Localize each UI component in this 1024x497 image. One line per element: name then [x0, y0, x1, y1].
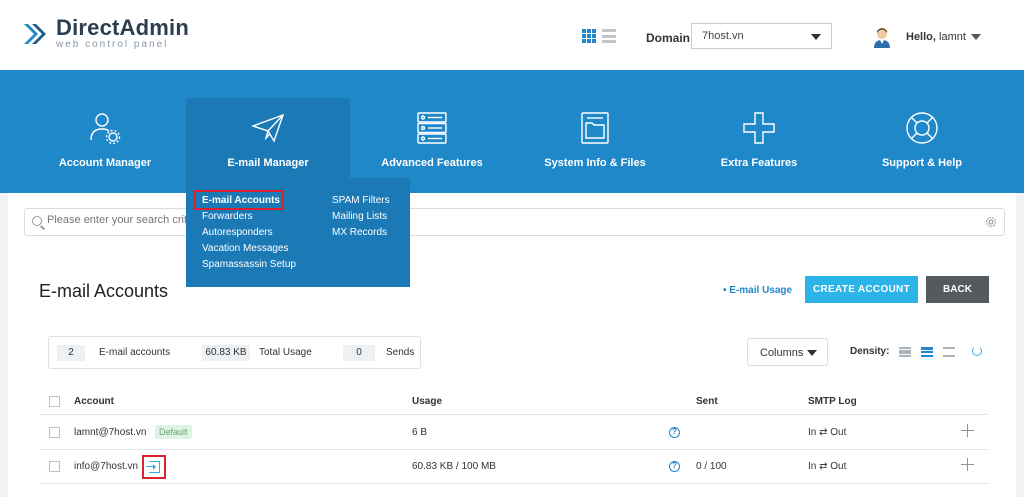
- view-toggle: [582, 29, 616, 43]
- avatar[interactable]: [873, 26, 891, 48]
- logo-subtitle: web control panel: [56, 39, 169, 50]
- density-label: Density:: [850, 346, 890, 357]
- login-as-icon[interactable]: [142, 455, 166, 479]
- nav-system-info-files-label: System Info & Files: [544, 157, 646, 169]
- chevron-down-icon: [807, 350, 817, 356]
- email-manager-dropdown: E-mail Accounts Forwarders Autoresponder…: [186, 178, 410, 287]
- user-greeting[interactable]: Hello, lamnt: [906, 31, 966, 43]
- nav-email-manager-label: E-mail Manager: [227, 157, 309, 169]
- help-icon[interactable]: ?: [669, 427, 680, 438]
- top-header: DirectAdmin web control panel Domain 7ho…: [0, 0, 1024, 70]
- expand-plus-icon[interactable]: [961, 458, 974, 471]
- username: lamnt: [939, 31, 966, 43]
- menu-mailing-lists[interactable]: Mailing Lists: [332, 211, 387, 222]
- content-panel: E-mail Accounts • E-mail Usage CREATE AC…: [8, 193, 1016, 497]
- header-smtp-log[interactable]: SMTP Log: [808, 396, 857, 407]
- search-input[interactable]: [47, 214, 947, 226]
- menu-email-accounts[interactable]: E-mail Accounts: [202, 195, 280, 206]
- table-row: info@7host.vn 60.83 KB / 100 MB ? 0 / 10…: [40, 450, 988, 484]
- nav-account-manager-label: Account Manager: [58, 157, 152, 169]
- directadmin-logo[interactable]: DirectAdmin web control panel: [22, 17, 189, 50]
- header-sent[interactable]: Sent: [696, 396, 718, 407]
- create-account-button[interactable]: CREATE ACCOUNT: [805, 276, 918, 303]
- logo-icon: [24, 23, 46, 44]
- account-email[interactable]: info@7host.vn: [74, 461, 138, 472]
- nav-support-help-label: Support & Help: [881, 157, 963, 169]
- nav-support-help[interactable]: Support & Help: [840, 98, 1004, 193]
- columns-dropdown[interactable]: Columns: [747, 338, 828, 366]
- grid-view-icon[interactable]: [582, 29, 596, 43]
- nav-advanced-features-label: Advanced Features: [381, 157, 483, 169]
- menu-mx-records[interactable]: MX Records: [332, 227, 387, 238]
- server-icon: [417, 112, 447, 144]
- usage-value: 6 B: [412, 427, 428, 438]
- paper-plane-icon: [250, 113, 285, 143]
- menu-vacation-messages[interactable]: Vacation Messages: [202, 243, 289, 254]
- row-checkbox[interactable]: [49, 427, 60, 438]
- density-compact-icon[interactable]: [899, 347, 911, 357]
- nav-system-info-files[interactable]: System Info & Files: [513, 98, 677, 193]
- domain-value: 7host.vn: [702, 30, 744, 42]
- expand-plus-icon[interactable]: [961, 424, 974, 437]
- greeting-text: Hello,: [906, 31, 936, 43]
- smtp-log-link[interactable]: In ⇄ Out: [808, 427, 846, 438]
- sends-label: Sends: [386, 347, 415, 358]
- stats-summary: 2 E-mail accounts 60.83 KB Total Usage 0…: [48, 336, 421, 369]
- page-title: E-mail Accounts: [39, 281, 169, 301]
- default-badge: Default: [155, 425, 192, 439]
- nav-extra-features-label: Extra Features: [720, 157, 798, 169]
- header-account[interactable]: Account: [74, 396, 114, 407]
- accounts-label: E-mail accounts: [99, 347, 171, 358]
- email-usage-link[interactable]: • E-mail Usage: [723, 285, 792, 296]
- header-usage[interactable]: Usage: [412, 396, 442, 407]
- search-icon: [32, 216, 42, 226]
- density-normal-icon[interactable]: [921, 347, 933, 357]
- main-navigation: Account Manager E-mail Manager Advanced …: [0, 70, 1024, 193]
- accounts-count: 2: [57, 345, 85, 361]
- user-menu-caret-icon[interactable]: [971, 34, 981, 40]
- account-manager-icon: [90, 113, 121, 145]
- domain-select[interactable]: 7host.vn: [691, 23, 832, 49]
- folder-icon: [581, 112, 609, 144]
- back-button[interactable]: BACK: [926, 276, 989, 303]
- menu-spamassassin-setup[interactable]: Spamassassin Setup: [202, 259, 296, 270]
- plus-icon: [743, 112, 775, 144]
- menu-autoresponders[interactable]: Autoresponders: [202, 227, 273, 238]
- logo-title: DirectAdmin: [56, 15, 189, 40]
- nav-account-manager[interactable]: Account Manager: [23, 98, 187, 193]
- row-checkbox[interactable]: [49, 461, 60, 472]
- usage-value: 60.83 KB: [202, 345, 250, 361]
- help-icon[interactable]: ?: [669, 461, 680, 472]
- smtp-log-link[interactable]: In ⇄ Out: [808, 461, 846, 472]
- nav-extra-features[interactable]: Extra Features: [677, 98, 841, 193]
- search-bar: [24, 208, 1005, 236]
- sends-value: 0: [343, 345, 375, 361]
- columns-label: Columns: [760, 347, 804, 359]
- menu-spam-filters[interactable]: SPAM Filters: [332, 195, 390, 206]
- density-comfortable-icon[interactable]: [943, 347, 955, 357]
- chevron-down-icon: [811, 34, 821, 40]
- menu-forwarders[interactable]: Forwarders: [202, 211, 253, 222]
- domain-label: Domain: [646, 31, 691, 45]
- refresh-icon[interactable]: [972, 346, 982, 356]
- list-view-icon[interactable]: [602, 29, 616, 43]
- table-header: Account Usage Sent SMTP Log: [40, 388, 988, 415]
- lifebuoy-icon: [906, 112, 938, 144]
- usage-value: 60.83 KB / 100 MB: [412, 461, 496, 472]
- select-all-checkbox[interactable]: [49, 396, 60, 407]
- account-email[interactable]: lamnt@7host.vn: [74, 427, 146, 438]
- sent-value: 0 / 100: [696, 461, 727, 472]
- usage-label: Total Usage: [259, 347, 312, 358]
- table-row: lamnt@7host.vn Default 6 B ? In ⇄ Out: [40, 416, 988, 450]
- gear-icon[interactable]: [985, 216, 997, 228]
